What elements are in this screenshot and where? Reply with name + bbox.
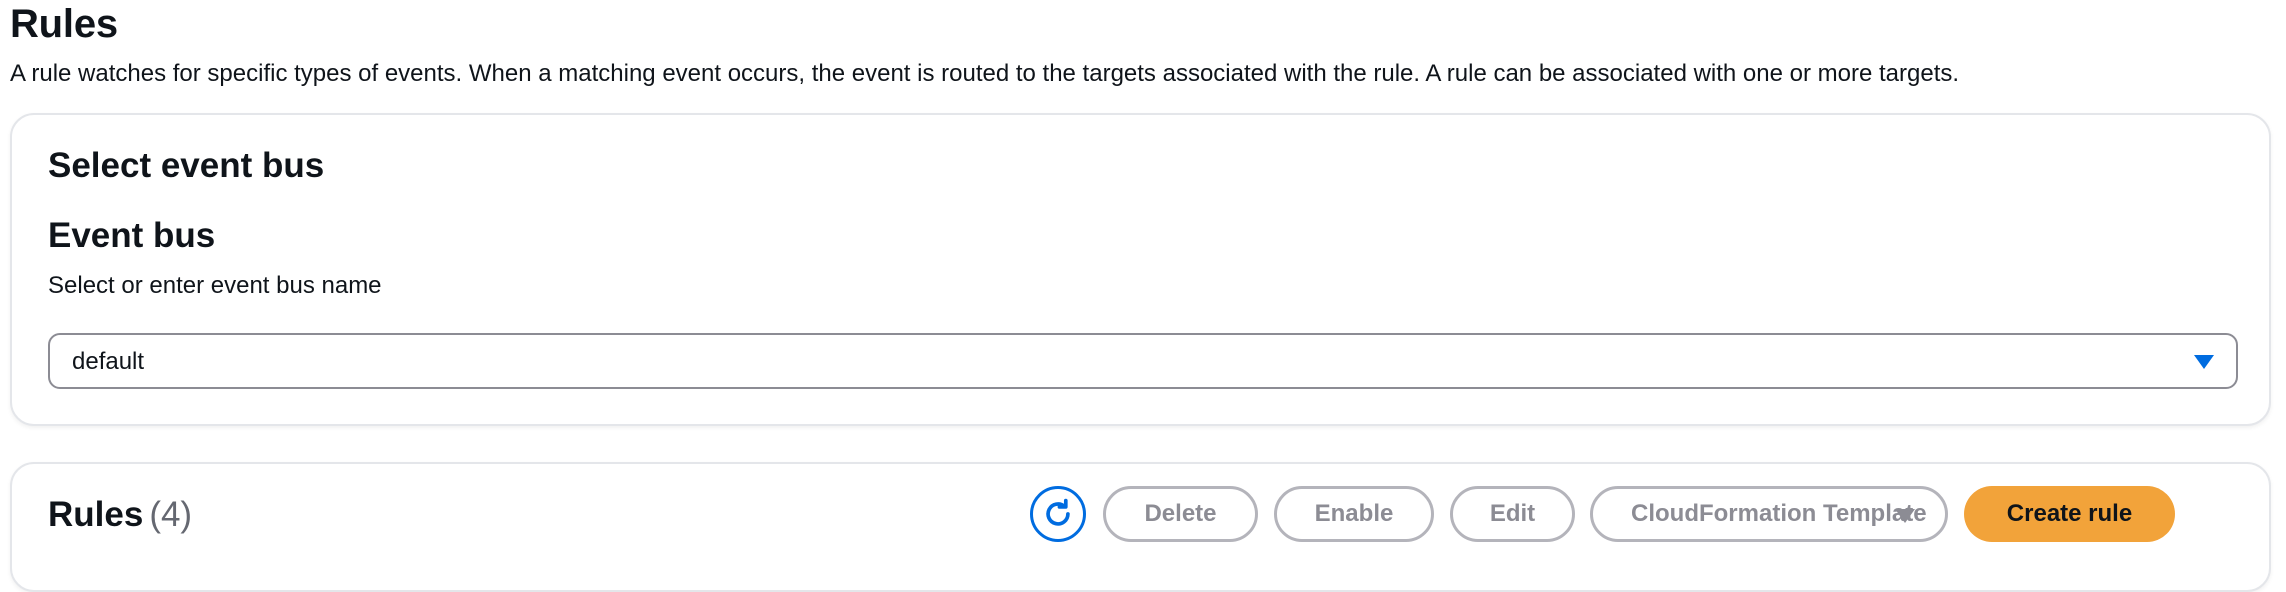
caret-down-icon [1895,509,1915,523]
refresh-button[interactable] [1030,486,1086,542]
rules-title-text: Rules [48,495,144,534]
event-bus-field-description: Select or enter event bus name [48,272,382,299]
cloudformation-template-label: CloudFormation Template [1631,500,1927,527]
refresh-icon [1046,498,1070,526]
page-description: A rule watches for specific types of eve… [10,60,1960,87]
edit-button[interactable]: Edit [1450,486,1575,542]
rules-card: Rules (4) Delete Enable Edit CloudFormati… [10,462,2271,592]
event-bus-select-value: default [72,348,145,375]
event-bus-select[interactable]: default [48,333,2238,389]
event-bus-card-title: Select event bus [48,146,325,185]
event-bus-field-label: Event bus [48,216,216,255]
create-rule-button[interactable]: Create rule [1964,486,2175,542]
delete-button[interactable]: Delete [1103,486,1258,542]
enable-button[interactable]: Enable [1274,486,1434,542]
rules-count: (4) [149,495,193,534]
page-title: Rules [10,2,118,46]
event-bus-card: Select event bus Event bus Select or ent… [10,113,2271,426]
caret-down-icon [2194,355,2214,369]
cloudformation-template-button[interactable]: CloudFormation Template [1590,486,1948,542]
rules-card-title: Rules (4) [48,494,192,536]
